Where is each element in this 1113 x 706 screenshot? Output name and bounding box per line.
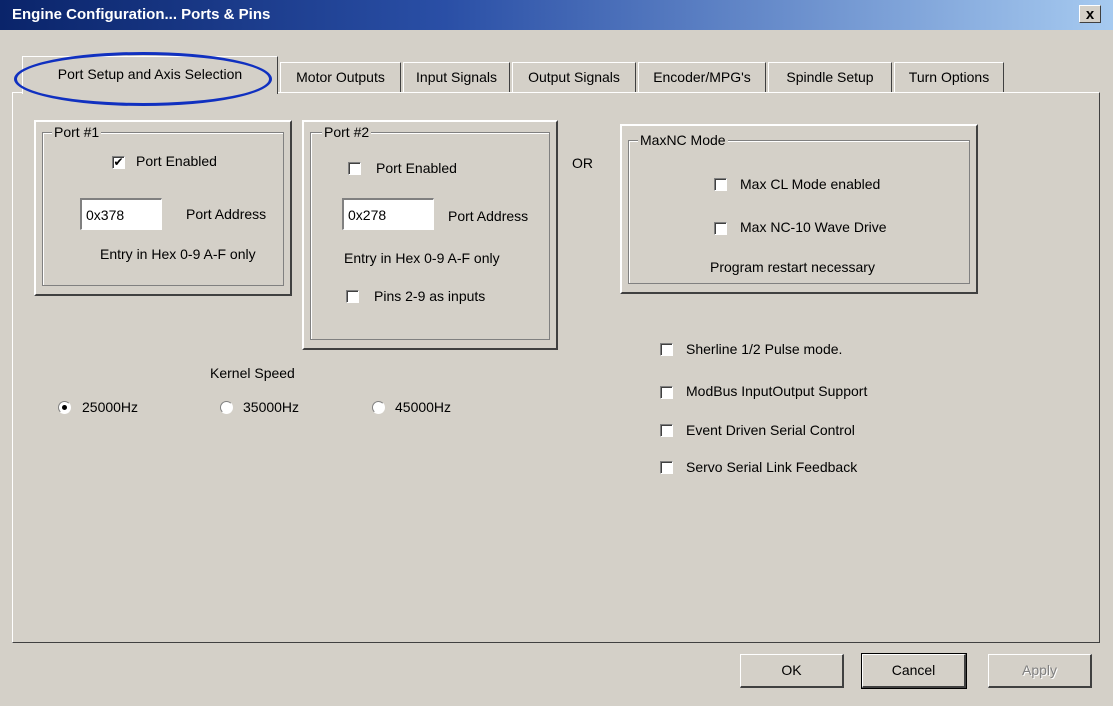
- tab-label: Encoder/MPG's: [653, 69, 751, 85]
- port2-enabled-label: Port Enabled: [376, 160, 457, 176]
- port1-legend: Port #1: [52, 124, 102, 140]
- window-title: Engine Configuration... Ports & Pins: [12, 6, 271, 23]
- servo-serial-checkbox[interactable]: [660, 461, 673, 474]
- pins-inputs-checkbox[interactable]: [346, 290, 359, 303]
- radio-dot-icon: [62, 405, 67, 410]
- maxnc-note: Program restart necessary: [710, 259, 875, 275]
- speed-45000-label: 45000Hz: [395, 399, 452, 415]
- tab-port-setup[interactable]: Port Setup and Axis Selection: [22, 56, 278, 94]
- or-label: OR: [572, 155, 593, 171]
- port1-address-label: Port Address: [186, 206, 267, 222]
- tab-output-signals[interactable]: Output Signals: [512, 62, 636, 92]
- tab-label: Turn Options: [908, 69, 990, 85]
- cancel-button[interactable]: Cancel: [861, 653, 967, 689]
- tab-label: Port Setup and Axis Selection: [57, 66, 243, 82]
- port2-hint: Entry in Hex 0-9 A-F only: [344, 250, 500, 266]
- port2-group: Port #2 Port Enabled Port Address Entry …: [302, 120, 558, 350]
- event-serial-checkbox[interactable]: [660, 424, 673, 437]
- port2-enabled-checkbox[interactable]: [348, 162, 361, 175]
- tab-input-signals[interactable]: Input Signals: [403, 62, 510, 92]
- sherline-label: Sherline 1/2 Pulse mode.: [686, 341, 843, 357]
- speed-25000-radio[interactable]: [58, 401, 71, 414]
- tab-spindle-setup[interactable]: Spindle Setup: [768, 62, 892, 92]
- speed-25000-label: 25000Hz: [82, 399, 139, 415]
- max-nc10-checkbox[interactable]: [714, 222, 727, 235]
- maxnc-legend: MaxNC Mode: [638, 132, 728, 148]
- title-bar: Engine Configuration... Ports & Pins x: [0, 0, 1113, 30]
- max-cl-checkbox[interactable]: [714, 178, 727, 191]
- port1-enabled-checkbox[interactable]: ✔: [112, 156, 125, 169]
- tab-turn-options[interactable]: Turn Options: [894, 62, 1004, 92]
- ok-label: OK: [781, 662, 802, 678]
- speed-45000-radio[interactable]: [372, 401, 385, 414]
- ok-button[interactable]: OK: [740, 654, 844, 688]
- tab-motor-outputs[interactable]: Motor Outputs: [280, 62, 401, 92]
- port1-address-input[interactable]: [80, 198, 162, 230]
- close-icon: x: [1085, 6, 1095, 23]
- cancel-label: Cancel: [891, 662, 936, 678]
- max-cl-label: Max CL Mode enabled: [740, 176, 881, 192]
- modbus-label: ModBus InputOutput Support: [686, 383, 868, 399]
- max-nc10-label: Max NC-10 Wave Drive: [740, 219, 887, 235]
- speed-35000-radio[interactable]: [220, 401, 233, 414]
- modbus-checkbox[interactable]: [660, 386, 673, 399]
- port2-address-input[interactable]: [342, 198, 434, 230]
- sherline-checkbox[interactable]: [660, 343, 673, 356]
- port1-group: Port #1 ✔ Port Enabled Port Address Entr…: [34, 120, 292, 296]
- tab-label: Input Signals: [416, 69, 497, 85]
- apply-label: Apply: [1021, 662, 1058, 678]
- close-button[interactable]: x: [1079, 5, 1101, 23]
- tab-label: Output Signals: [528, 69, 620, 85]
- port2-legend: Port #2: [322, 124, 372, 140]
- speed-35000-label: 35000Hz: [243, 399, 300, 415]
- event-serial-label: Event Driven Serial Control: [686, 422, 855, 438]
- pins-inputs-label: Pins 2-9 as inputs: [374, 288, 486, 304]
- maxnc-group: MaxNC Mode Max CL Mode enabled Max NC-10…: [620, 124, 978, 294]
- port1-enabled-label: Port Enabled: [136, 153, 217, 169]
- port2-address-label: Port Address: [448, 208, 529, 224]
- apply-button[interactable]: Apply: [988, 654, 1092, 688]
- tab-label: Spindle Setup: [786, 69, 874, 85]
- check-icon: ✔: [113, 155, 124, 169]
- tab-label: Motor Outputs: [296, 69, 385, 85]
- servo-serial-label: Servo Serial Link Feedback: [686, 459, 858, 475]
- tab-encoder-mpg[interactable]: Encoder/MPG's: [638, 62, 766, 92]
- kernel-speed-label: Kernel Speed: [210, 365, 295, 381]
- port1-hint: Entry in Hex 0-9 A-F only: [100, 246, 256, 262]
